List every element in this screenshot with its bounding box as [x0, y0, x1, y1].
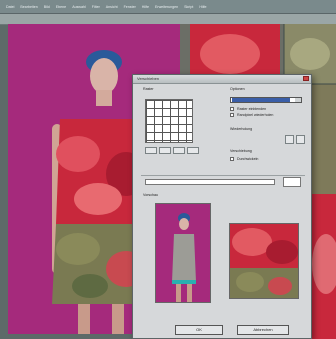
checkbox-3[interactable]	[230, 157, 234, 161]
pencil-icon[interactable]	[285, 135, 294, 144]
offset-slider[interactable]	[145, 179, 275, 185]
grid-button-2[interactable]	[159, 147, 171, 154]
grid-button-4[interactable]	[187, 147, 199, 154]
menu-item-3[interactable]: Bild	[44, 5, 50, 9]
grid-section-label: Raster	[143, 87, 154, 91]
preview-section-label: Vorschau	[143, 193, 158, 197]
grid-editor[interactable]	[145, 99, 193, 143]
dropdown-selection	[232, 98, 290, 102]
checkbox-1[interactable]	[230, 107, 234, 111]
preview-original	[155, 203, 211, 303]
chevron-down-icon[interactable]	[295, 98, 301, 102]
menu-item-1[interactable]: Datei	[6, 5, 14, 9]
dialog-title: Verschieben	[137, 76, 160, 81]
mode-dropdown[interactable]	[230, 97, 302, 103]
image-icon[interactable]	[296, 135, 305, 144]
offset-dialog: Verschieben Raster Optionen Raster einbl…	[132, 74, 312, 339]
menu-bar: Datei Bearbeiten Bild Ebene Auswahl Filt…	[0, 0, 336, 14]
options-section-label: Optionen	[230, 87, 245, 91]
close-icon[interactable]	[303, 76, 309, 81]
divider	[141, 175, 305, 176]
menu-item-10[interactable]: Erweiterungen	[155, 5, 178, 9]
menu-item-6[interactable]: Filter	[92, 5, 100, 9]
checkbox-1-label: Raster einblenden	[237, 107, 267, 111]
preview-pattern-thumbnail	[230, 228, 298, 298]
dialog-titlebar[interactable]: Verschieben	[133, 75, 311, 84]
menu-item-8[interactable]: Fenster	[124, 5, 136, 9]
preview-model-thumbnail	[172, 213, 196, 302]
checkbox-3-label: Durchwickeln	[237, 157, 259, 161]
menu-item-11[interactable]: Skript	[184, 5, 193, 9]
grid-button-1[interactable]	[145, 147, 157, 154]
preview-pattern	[229, 223, 299, 299]
repeat-section-label: Wiederholung	[230, 127, 253, 131]
cancel-button[interactable]: Abbrechen	[237, 325, 289, 335]
grid-button-3[interactable]	[173, 147, 185, 154]
offset-section-label: Verschiebung	[230, 149, 252, 153]
menu-item-2[interactable]: Bearbeiten	[20, 5, 37, 9]
checkbox-2[interactable]	[230, 113, 234, 117]
menu-item-7[interactable]: Ansicht	[106, 5, 118, 9]
ok-button[interactable]: OK	[175, 325, 223, 335]
offset-value-field[interactable]	[283, 177, 301, 187]
checkbox-2-label: Randpixel wiederholen	[237, 113, 274, 117]
menu-item-5[interactable]: Auswahl	[72, 5, 86, 9]
menu-item-9[interactable]: Hilfe	[142, 5, 149, 9]
menu-item-4[interactable]: Ebene	[56, 5, 66, 9]
menu-item-12[interactable]: Hilfe	[199, 5, 206, 9]
